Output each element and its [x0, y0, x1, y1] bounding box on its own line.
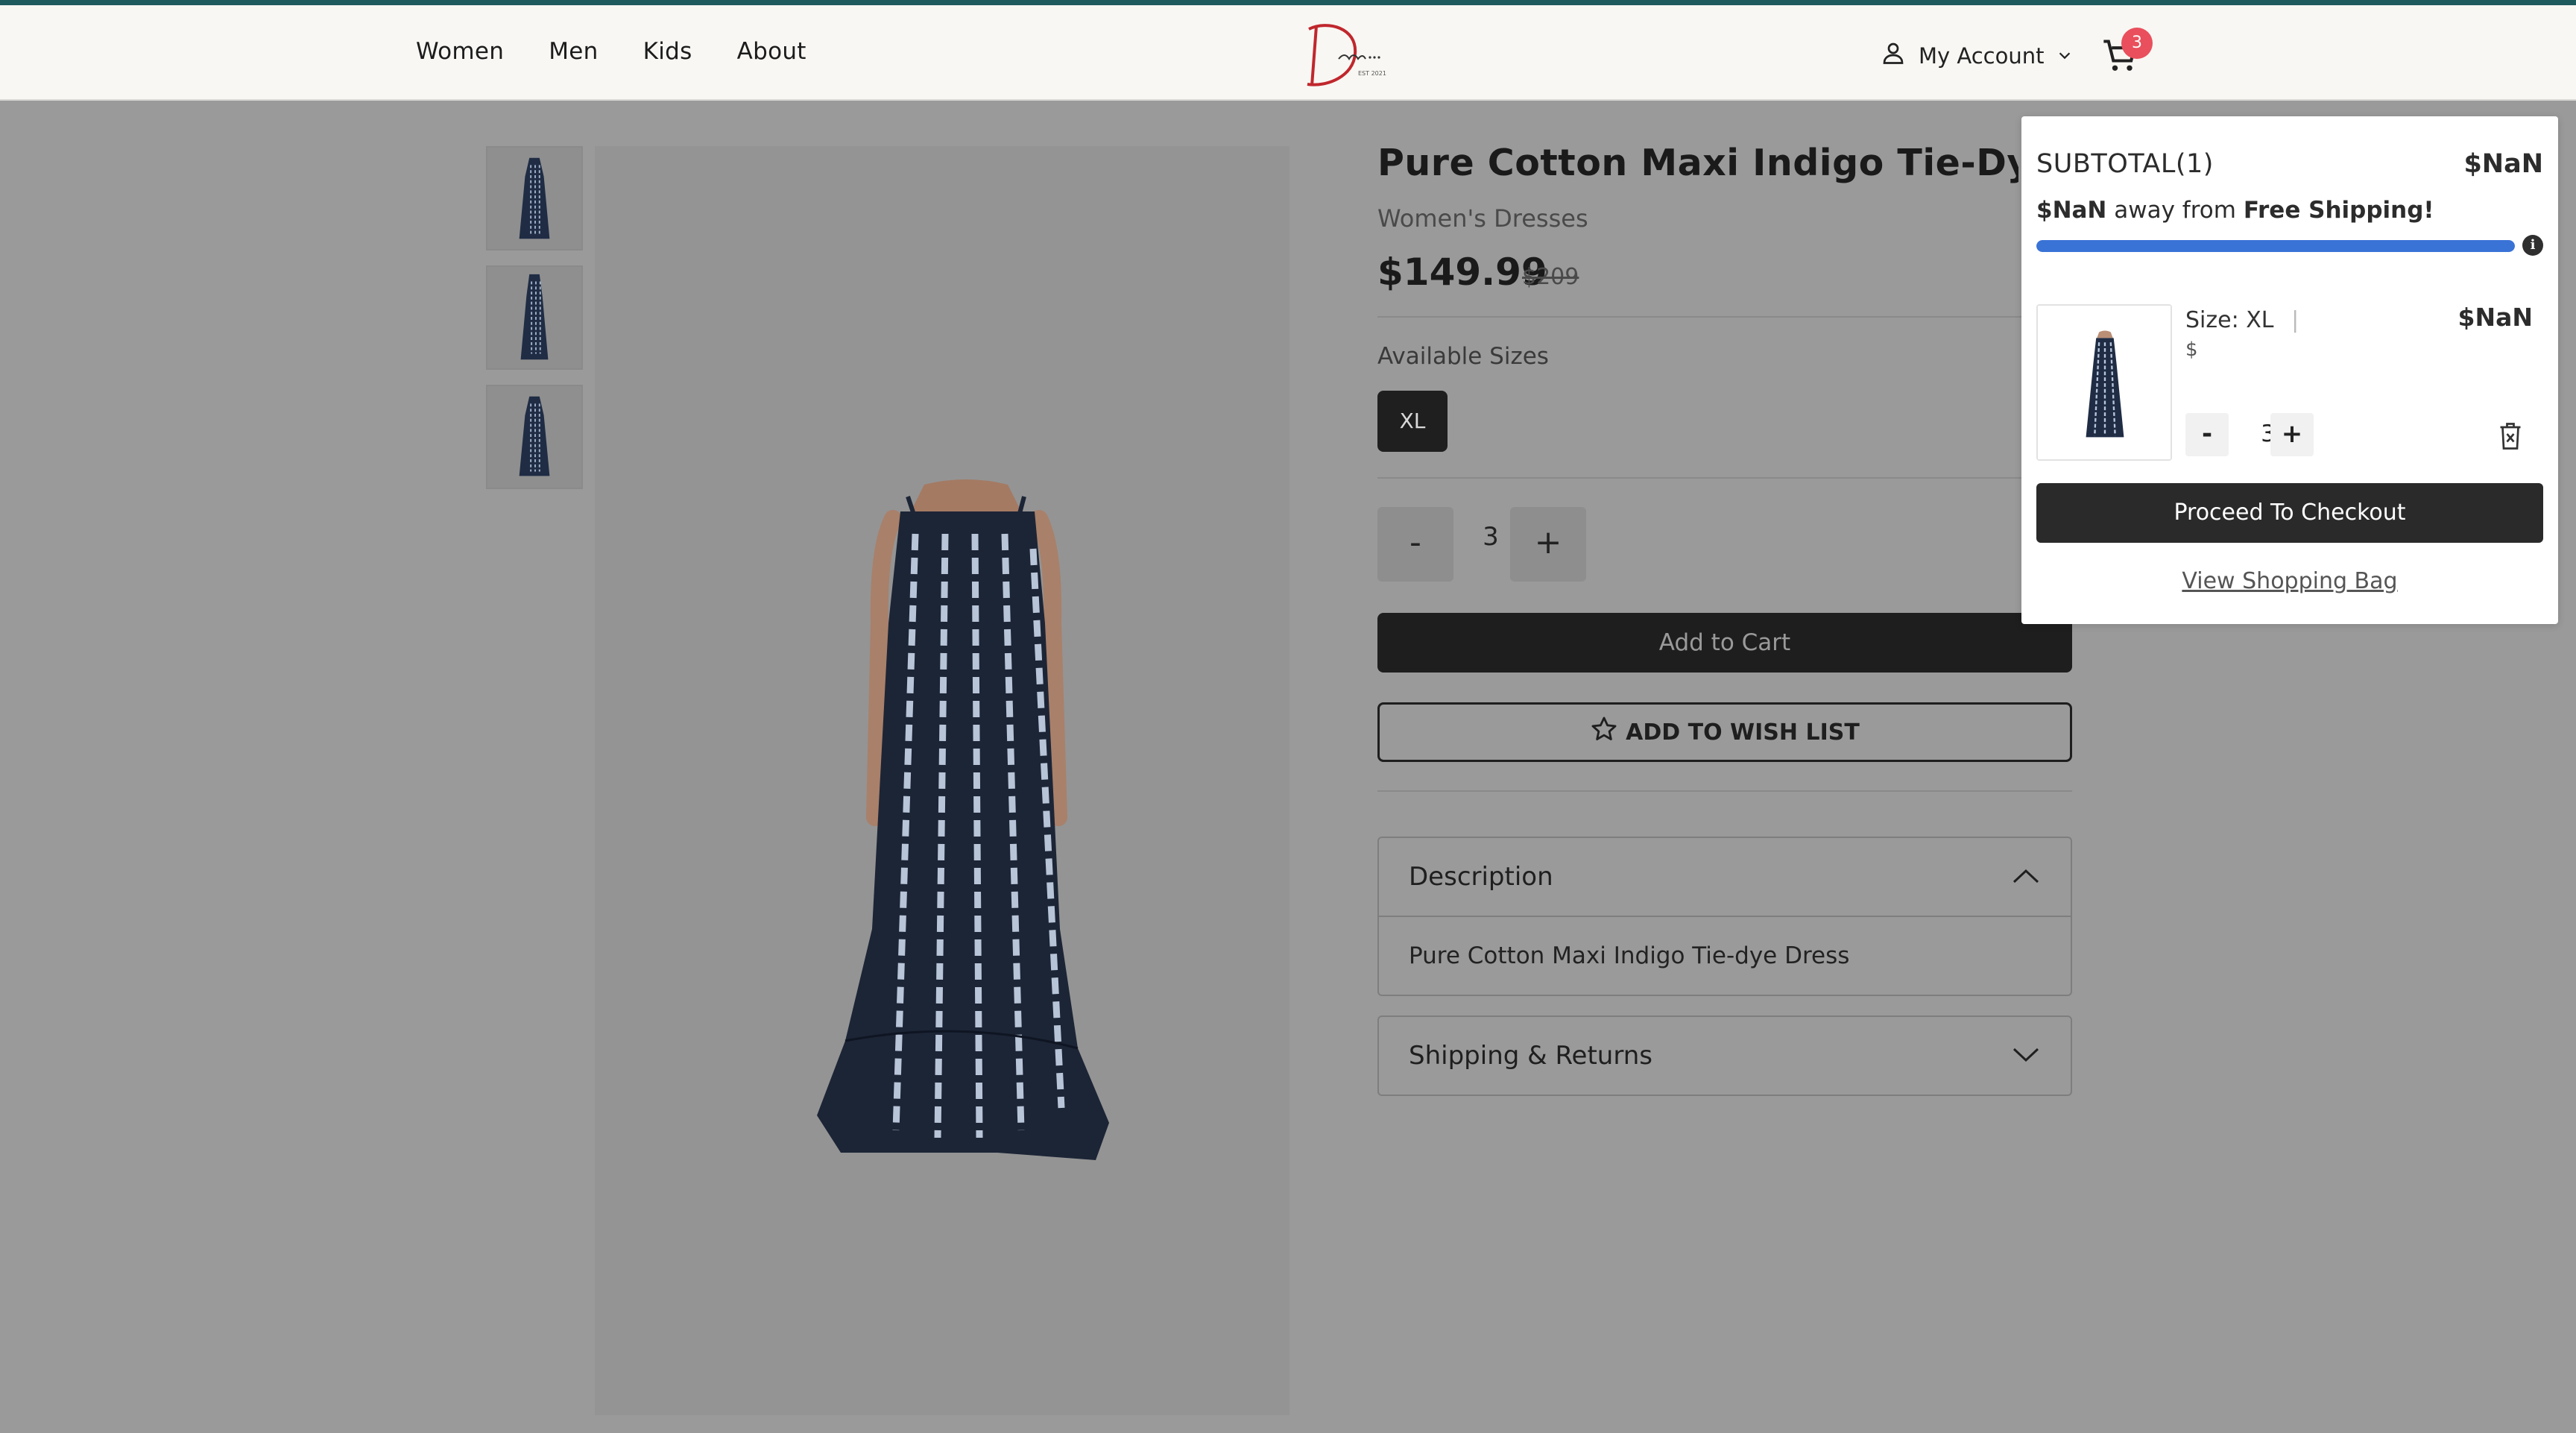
shipping-returns-accordion: Shipping & Returns: [1377, 1015, 2072, 1096]
cart-item-price: $NaN: [2457, 303, 2533, 332]
star-icon: [1590, 715, 1618, 749]
chevron-up-icon: [2011, 862, 2041, 892]
cart-item-increment-button[interactable]: +: [2270, 413, 2314, 456]
user-icon: [1880, 40, 1907, 72]
separator: |: [2291, 307, 2299, 333]
size-value: XL: [2246, 307, 2274, 333]
shipping-returns-accordion-header[interactable]: Shipping & Returns: [1379, 1017, 2071, 1095]
cart-item-size: Size: XL |: [2185, 307, 2299, 333]
shipping-returns-title: Shipping & Returns: [1409, 1041, 1652, 1071]
chevron-down-icon: [2056, 43, 2073, 69]
divider: [1377, 790, 2072, 792]
trash-icon[interactable]: [2497, 421, 2524, 452]
divider: [1377, 477, 2072, 479]
cart-item-image[interactable]: [2036, 304, 2172, 461]
info-icon[interactable]: i: [2522, 235, 2543, 256]
account-label: My Account: [1919, 42, 2045, 69]
svg-text:EST 2021: EST 2021: [1358, 70, 1386, 77]
nav-women[interactable]: Women: [416, 38, 504, 65]
subtotal-label: SUBTOTAL(1): [2036, 149, 2214, 179]
product-old-price: $209: [1522, 264, 1579, 290]
description-accordion-header[interactable]: Description: [1379, 838, 2071, 916]
view-shopping-bag-link[interactable]: View Shopping Bag: [2021, 568, 2558, 594]
product-main-image[interactable]: [595, 146, 1289, 1415]
product-thumbnail-3[interactable]: [486, 385, 583, 489]
brand-logo[interactable]: EST 2021: [1287, 13, 1391, 93]
size-label: Size:: [2185, 307, 2239, 333]
description-body: Pure Cotton Maxi Indigo Tie-dye Dress: [1379, 916, 2071, 995]
free-shipping-text: Free Shipping!: [2243, 197, 2434, 224]
add-to-cart-button[interactable]: Add to Cart: [1377, 613, 2072, 673]
cart-item-currency: $: [2185, 338, 2198, 361]
shipping-amount: $NaN: [2036, 197, 2107, 224]
available-sizes-label: Available Sizes: [1377, 343, 1549, 370]
description-accordion: Description Pure Cotton Maxi Indigo Tie-…: [1377, 837, 2072, 996]
proceed-to-checkout-button[interactable]: Proceed To Checkout: [2036, 483, 2543, 543]
wishlist-label: ADD TO WISH LIST: [1626, 719, 1860, 746]
subtotal-value: $NaN: [2463, 149, 2543, 179]
size-option-xl[interactable]: XL: [1377, 391, 1448, 452]
cart-count-badge: 3: [2121, 28, 2153, 59]
shipping-progress-fill: [2036, 240, 2515, 252]
shipping-progress-bar: [2036, 240, 2515, 252]
product-title: Pure Cotton Maxi Indigo Tie-Dye Dress: [1377, 142, 2018, 184]
mini-cart-panel: SUBTOTAL(1) $NaN $NaN away from Free Shi…: [2021, 116, 2558, 624]
product-thumbnail-2[interactable]: [486, 265, 583, 370]
quantity-value: 3: [1483, 522, 1499, 552]
description-title: Description: [1409, 862, 1553, 892]
product-thumbnail-1[interactable]: [486, 146, 583, 251]
nav-men[interactable]: Men: [549, 38, 598, 65]
product-category: Women's Dresses: [1377, 204, 1588, 233]
top-accent-line: [0, 0, 2576, 5]
main-nav: Women Men Kids About: [416, 38, 806, 65]
nav-about[interactable]: About: [737, 38, 806, 65]
add-to-wishlist-button[interactable]: ADD TO WISH LIST: [1377, 702, 2072, 762]
nav-kids[interactable]: Kids: [643, 38, 692, 65]
divider: [1377, 316, 2072, 318]
free-shipping-message: $NaN away from Free Shipping!: [2036, 197, 2434, 224]
shipping-middle-text: away from: [2114, 197, 2236, 224]
cart-item-decrement-button[interactable]: -: [2185, 413, 2229, 456]
quantity-increment-button[interactable]: +: [1510, 507, 1586, 582]
site-header: Women Men Kids About EST 2021 My Account…: [0, 5, 2576, 101]
account-menu[interactable]: My Account: [1880, 40, 2073, 72]
quantity-decrement-button[interactable]: -: [1377, 507, 1453, 582]
chevron-down-icon: [2011, 1041, 2041, 1071]
